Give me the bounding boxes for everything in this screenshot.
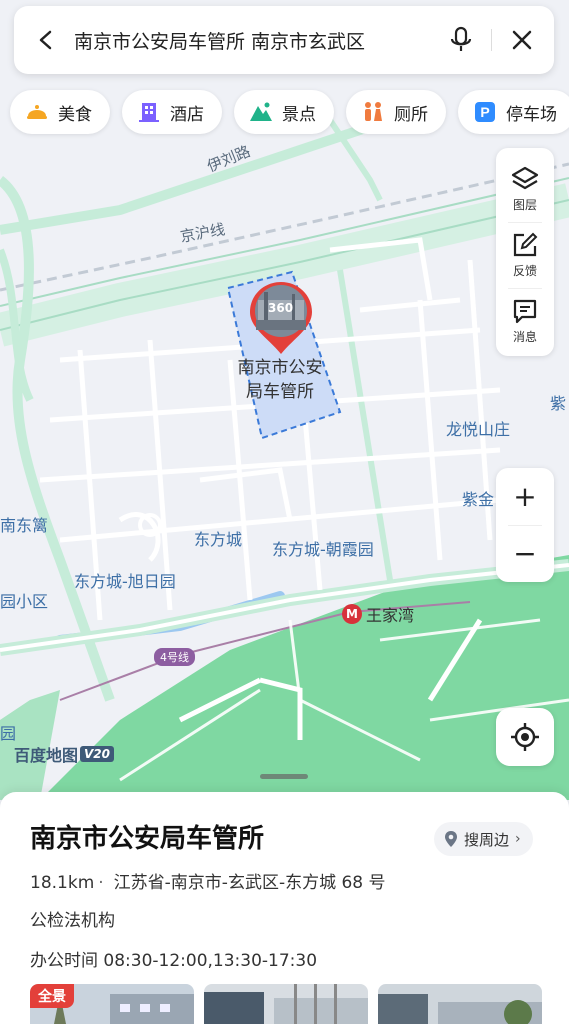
map-tool-panel: 图层 反馈 消息	[496, 148, 554, 356]
metro-station-wangjiawan[interactable]: M 王家湾	[342, 602, 414, 626]
tool-label: 图层	[512, 197, 537, 212]
panorama-badge: 全景	[30, 984, 74, 1008]
map-label-xiaoqu: 园小区	[0, 592, 49, 611]
map-logo: 百度地图 V20	[14, 742, 115, 766]
place-detail-sheet[interactable]: 南京市公安局车管所 搜周边 › 18.1km · 江苏省-南京市-玄武区-东方城 6…	[0, 774, 569, 1024]
place-distance: 18.1km	[30, 873, 95, 893]
map-label-longyue: 龙悦山庄	[446, 420, 511, 439]
place-photo[interactable]	[204, 984, 368, 1024]
close-icon[interactable]	[504, 22, 540, 58]
place-photo[interactable]: 全景	[30, 984, 194, 1024]
poi-marker[interactable]: 360	[248, 280, 314, 356]
place-name: 南京市公安局车管所	[30, 824, 265, 854]
map-logo-version: V20	[80, 746, 115, 762]
place-distance-address: 18.1km · 江苏省-南京市-玄武区-东方城 68 号	[30, 868, 386, 893]
hotel-icon	[136, 99, 162, 125]
tool-message[interactable]: 消息	[496, 288, 554, 354]
chevron-right-icon: ›	[515, 831, 521, 847]
pano-pin-icon	[250, 282, 312, 354]
search-nearby-button[interactable]: 搜周边 ›	[434, 822, 533, 856]
place-address: 江苏省-南京市-玄武区-东方城 68 号	[113, 873, 386, 893]
map-label-nandong: 南东篱	[0, 516, 49, 535]
search-divider	[491, 29, 492, 51]
message-icon	[513, 299, 537, 323]
layers-icon	[511, 166, 539, 189]
place-category: 公检法机构	[30, 911, 115, 931]
chip-label: 美食	[58, 104, 92, 125]
map-label-dongfangcheng: 东方城	[194, 530, 243, 549]
poi-map-label-line1: 南京市公安	[237, 358, 323, 378]
poi-map-label[interactable]: 南京市公安 局车管所	[228, 356, 332, 404]
chip-parking[interactable]: P 停车场	[458, 90, 569, 134]
tool-label: 反馈	[512, 263, 537, 278]
place-photo[interactable]	[378, 984, 542, 1024]
tool-feedback[interactable]: 反馈	[496, 222, 554, 288]
poi-map-label-line2: 局车管所	[246, 382, 314, 402]
map-label-zhaoxiayuan: 东方城-朝霞园	[272, 540, 374, 559]
chip-label: 厕所	[394, 104, 428, 125]
chip-label: 停车场	[506, 104, 557, 125]
toilet-icon	[360, 99, 386, 125]
zoom-out-button[interactable]: −	[496, 526, 554, 583]
parking-icon: P	[472, 99, 498, 125]
map-label-zijin: 紫金	[462, 490, 495, 509]
category-chips: 美食 酒店 景点 厕所 P 停车场	[10, 90, 569, 134]
tool-layers[interactable]: 图层	[496, 156, 554, 222]
search-nearby-label: 搜周边	[464, 830, 510, 849]
metro-line-badge: 4号线	[154, 648, 195, 666]
photo-thumbnail	[204, 984, 368, 1024]
separator-dot: ·	[98, 873, 104, 893]
metro-station-label: 王家湾	[366, 606, 415, 625]
zoom-controls: + −	[496, 468, 554, 582]
svg-text:P: P	[480, 104, 489, 120]
chevron-left-icon[interactable]	[28, 22, 64, 58]
search-bar[interactable]: 南京市公安局车管所 南京市玄武区	[14, 6, 554, 74]
chip-food[interactable]: 美食	[10, 90, 110, 134]
chip-toilet[interactable]: 厕所	[346, 90, 446, 134]
pano-360-label: 360	[268, 301, 294, 315]
map-label-zi: 紫	[550, 394, 567, 413]
map-label-xuriyuan: 东方城-旭日园	[74, 572, 176, 591]
locate-icon	[511, 723, 539, 751]
photo-thumbnail	[378, 984, 542, 1024]
zoom-in-button[interactable]: +	[496, 468, 554, 525]
sheet-drag-handle[interactable]	[260, 774, 308, 779]
map-logo-text: 百度地图	[14, 746, 79, 765]
chip-hotel[interactable]: 酒店	[122, 90, 222, 134]
place-hours: 办公时间 08:30-12:00,13:30-17:30	[30, 951, 318, 971]
metro-icon: M	[342, 604, 362, 624]
chip-scenic[interactable]: 景点	[234, 90, 334, 134]
microphone-icon[interactable]	[443, 22, 479, 58]
place-photos: 全景	[30, 984, 542, 1024]
chip-label: 景点	[282, 104, 316, 125]
chip-label: 酒店	[170, 104, 204, 125]
search-input[interactable]: 南京市公安局车管所 南京市玄武区	[74, 27, 443, 54]
map-pin-icon	[444, 830, 458, 848]
scenic-icon	[248, 99, 274, 125]
locate-button[interactable]	[496, 708, 554, 766]
map-label-yuan: 园	[0, 724, 17, 743]
tool-label: 消息	[512, 329, 537, 344]
edit-feedback-icon	[513, 232, 538, 256]
food-icon	[24, 99, 50, 125]
